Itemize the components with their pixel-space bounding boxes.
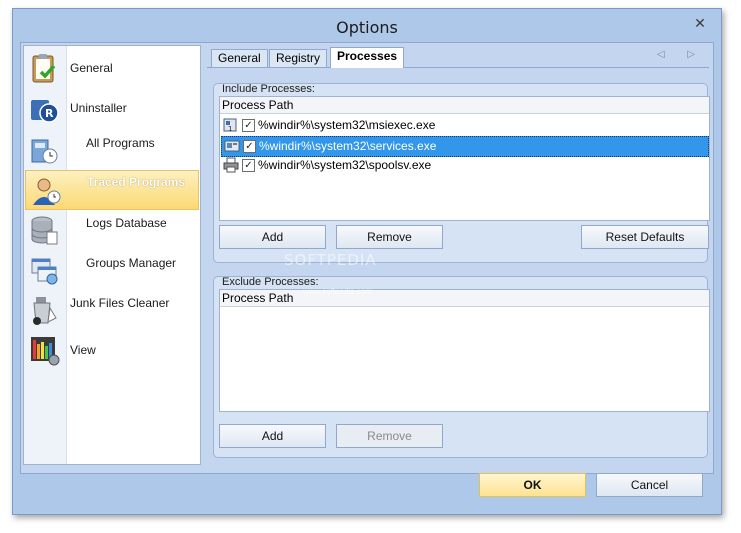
sidebar-item-label: Uninstaller: [70, 101, 127, 115]
svg-text:1: 1: [228, 125, 232, 133]
list-item[interactable]: 1 ✓ %windir%\system32\msiexec.exe: [221, 116, 707, 135]
groups-manager-icon: [31, 258, 58, 285]
sidebar-item-traced-programs[interactable]: Traced Programs: [25, 170, 199, 210]
include-process-list[interactable]: Process Path 1 ✓ %windir%\system32\msiex…: [219, 96, 710, 221]
tab-processes[interactable]: Processes: [330, 47, 405, 68]
sidebar-item-label: Junk Files Cleaner: [70, 296, 170, 310]
list-item[interactable]: ✓ %windir%\system32\services.exe: [221, 136, 709, 157]
include-processes-group: Include Processes: Process Path 1 ✓ %win…: [213, 83, 710, 263]
process-path: %windir%\system32\spoolsv.exe: [258, 158, 432, 172]
softpedia-watermark-url: www.softpedia.com: [303, 287, 372, 296]
uninstaller-icon: R: [31, 100, 59, 123]
process-path-column-header[interactable]: Process Path: [220, 290, 709, 307]
tab-general[interactable]: General: [211, 49, 268, 67]
tab-registry[interactable]: Registry: [269, 49, 328, 67]
exclude-add-button[interactable]: Add: [219, 424, 326, 448]
sidebar-item-label: Logs Database: [86, 216, 167, 230]
process-path: %windir%\system32\msiexec.exe: [258, 118, 436, 132]
sidebar: General R Uninstaller All Programs Trace…: [23, 45, 201, 465]
sidebar-item-label: Traced Programs: [87, 175, 186, 189]
row-checkbox[interactable]: ✓: [242, 159, 255, 172]
database-icon: [31, 216, 58, 245]
junk-cleaner-icon: [33, 297, 57, 325]
traced-programs-icon: [33, 178, 61, 205]
clipboard-check-icon: [32, 54, 56, 83]
exclude-process-list[interactable]: Process Path: [219, 289, 710, 412]
row-checkbox[interactable]: ✓: [243, 140, 256, 153]
services-icon: [224, 140, 240, 152]
exclude-processes-group: Exclude Processes: Process Path Add Remo…: [213, 276, 710, 458]
sidebar-item-logs-database[interactable]: Logs Database: [24, 210, 200, 250]
include-processes-caption: Include Processes:: [222, 83, 315, 95]
exclude-remove-button[interactable]: Remove: [336, 424, 443, 448]
softpedia-watermark: SOFTPEDIA: [284, 251, 377, 269]
installer-icon: 1: [223, 118, 237, 133]
close-button[interactable]: ✕: [685, 13, 715, 33]
title-bar[interactable]: Options ✕: [13, 9, 721, 42]
sidebar-item-label: Groups Manager: [86, 256, 177, 270]
sidebar-item-groups-manager[interactable]: Groups Manager: [24, 250, 200, 290]
sidebar-item-view[interactable]: View: [24, 330, 200, 370]
ok-button[interactable]: OK: [479, 473, 586, 497]
sidebar-item-label: View: [70, 343, 96, 357]
cancel-button[interactable]: Cancel: [596, 473, 703, 497]
list-item[interactable]: ✓ %windir%\system32\spoolsv.exe: [221, 156, 707, 175]
process-path-column-header[interactable]: Process Path: [220, 97, 709, 114]
reset-defaults-button[interactable]: Reset Defaults: [581, 225, 709, 249]
sidebar-item-general[interactable]: General: [24, 48, 200, 88]
sidebar-item-all-programs[interactable]: All Programs: [24, 130, 200, 170]
sidebar-item-label: All Programs: [86, 136, 155, 150]
window-title: Options: [336, 18, 398, 37]
process-path: %windir%\system32\services.exe: [259, 139, 437, 153]
sidebar-item-label: General: [70, 61, 113, 75]
sidebar-item-uninstaller[interactable]: R Uninstaller: [24, 88, 200, 128]
view-icon: [31, 337, 60, 366]
sidebar-item-junk-files-cleaner[interactable]: Junk Files Cleaner: [24, 290, 200, 330]
include-remove-button[interactable]: Remove: [336, 225, 443, 249]
tab-scroll-arrows[interactable]: ◁ ▷: [657, 49, 705, 60]
svg-text:R: R: [45, 107, 54, 120]
tab-strip: General Registry Processes ◁ ▷: [207, 47, 709, 68]
printer-icon: [223, 157, 239, 173]
all-programs-icon: [31, 139, 58, 164]
row-checkbox[interactable]: ✓: [242, 119, 255, 132]
include-add-button[interactable]: Add: [219, 225, 326, 249]
